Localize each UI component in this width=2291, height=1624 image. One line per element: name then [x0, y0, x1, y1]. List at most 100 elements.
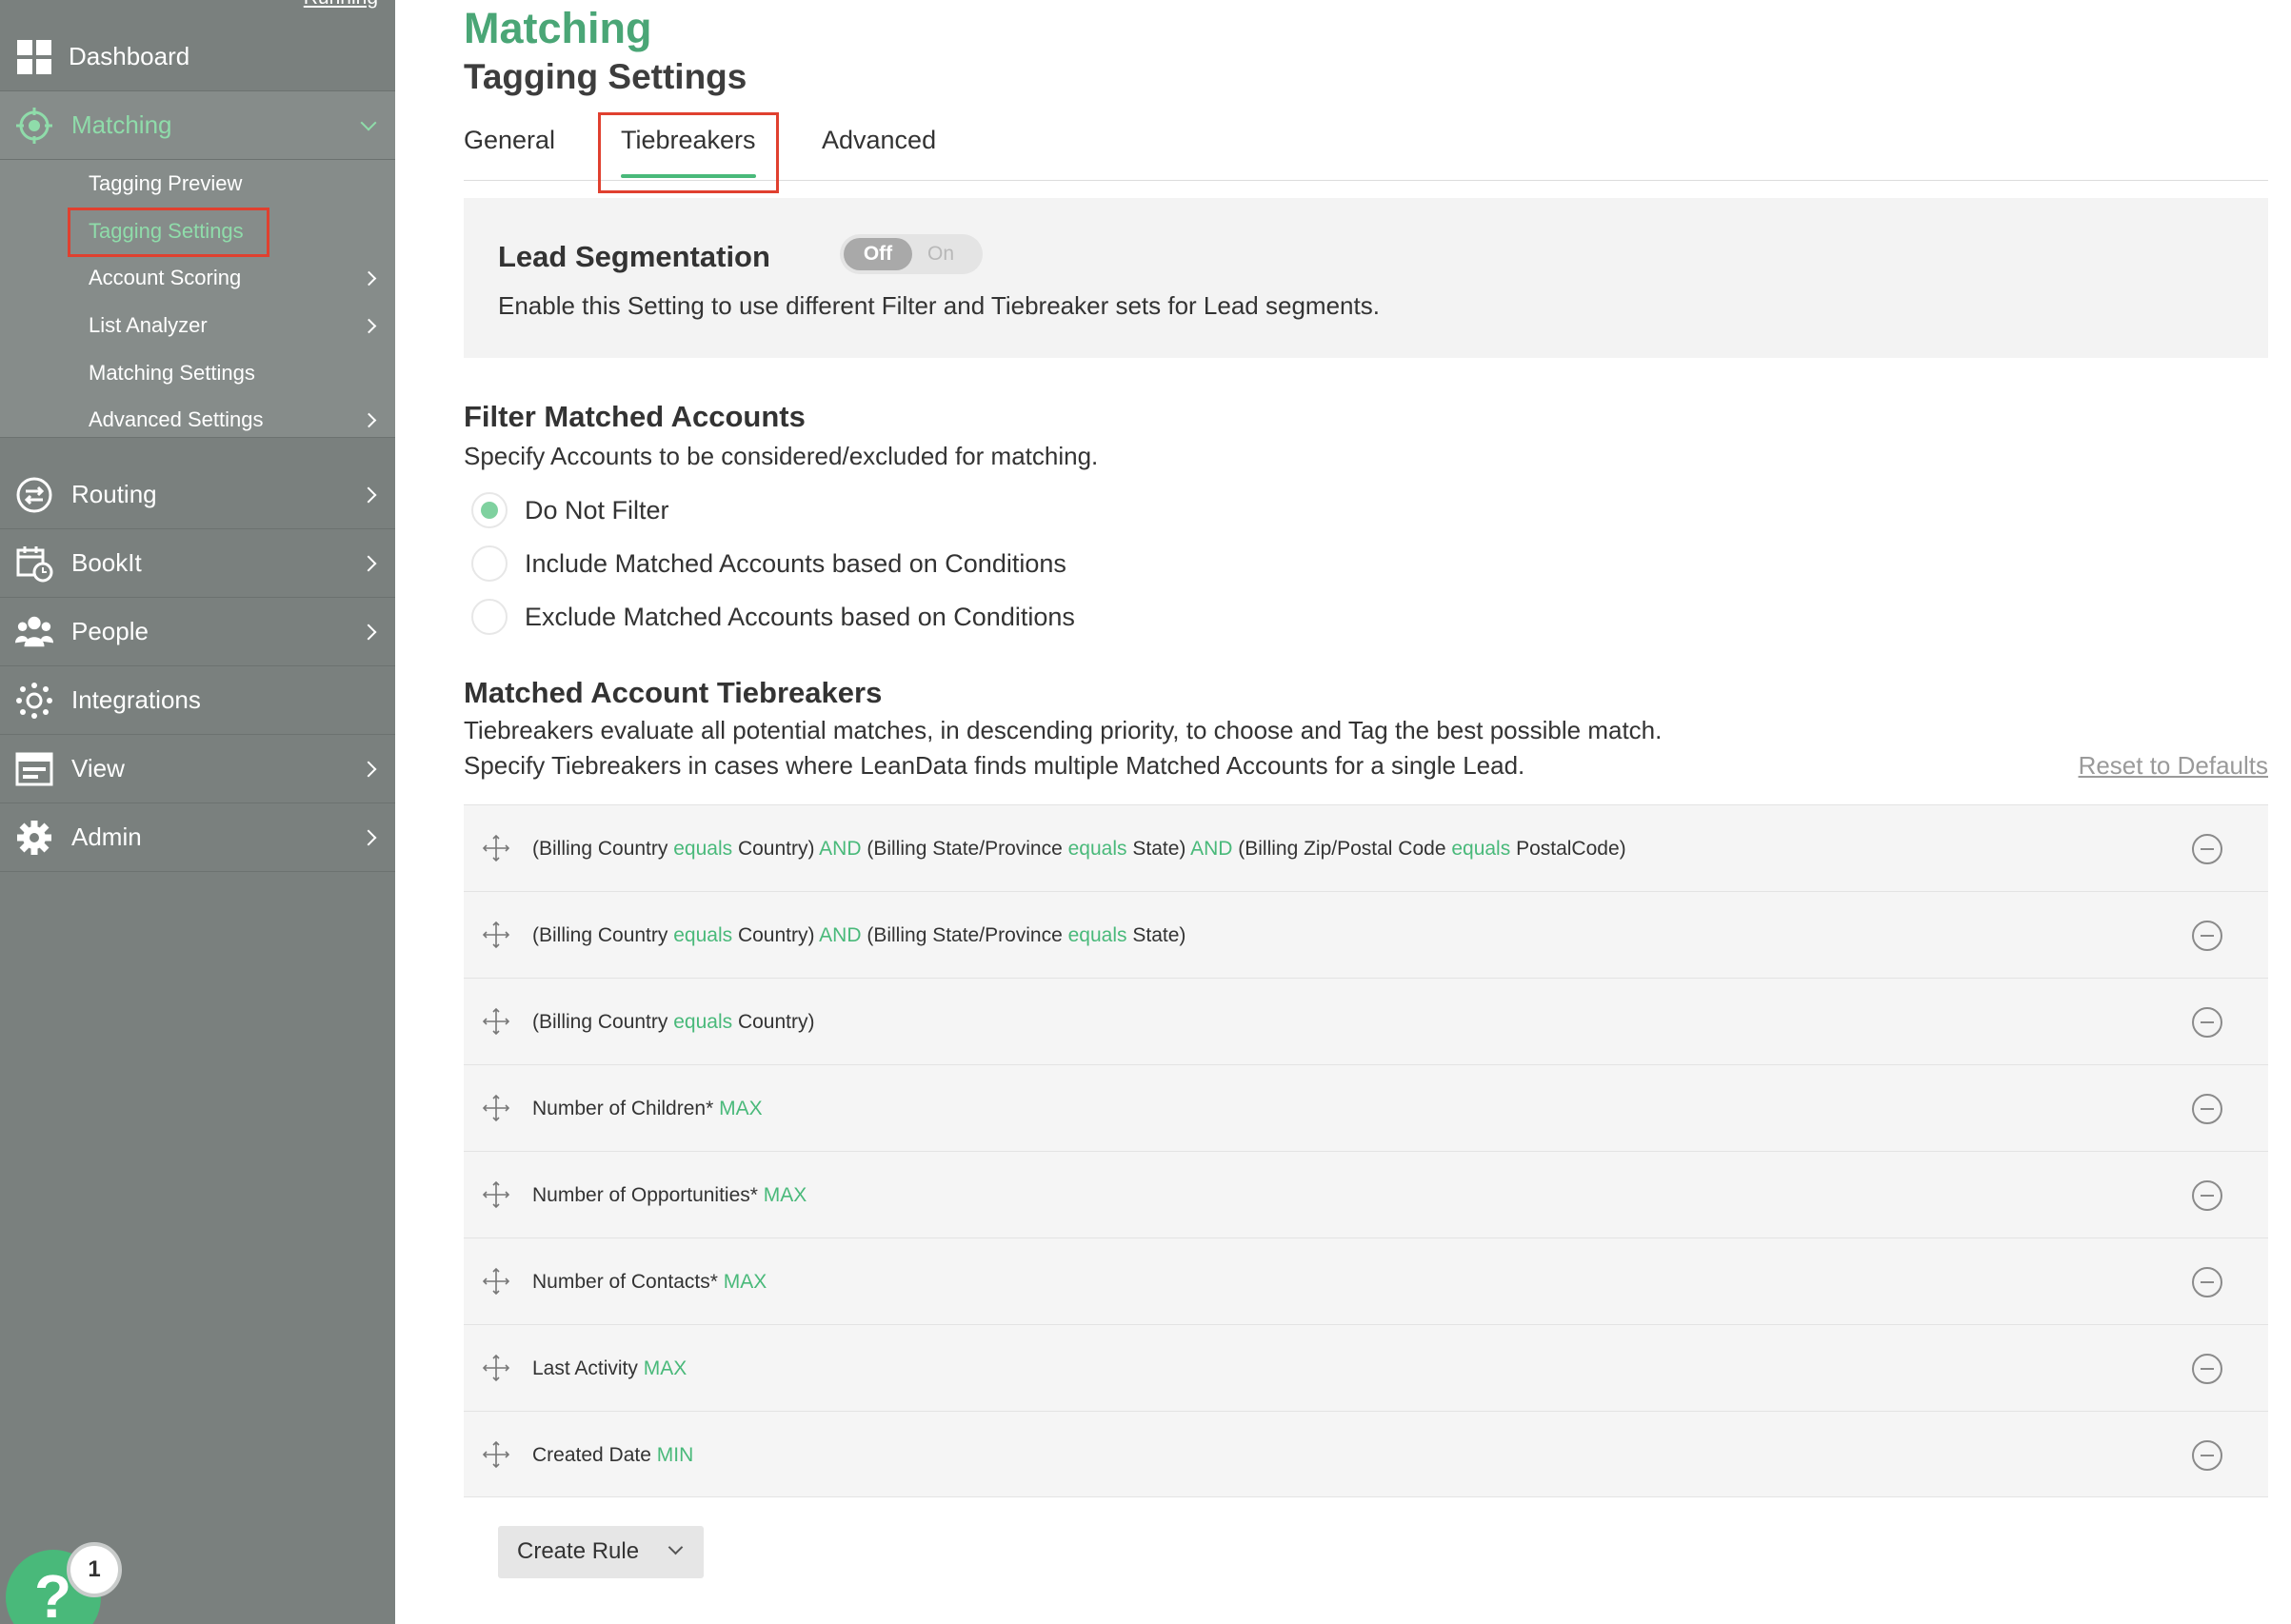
chevron-right-icon: [360, 624, 377, 640]
rule-text: Number of Children* MAX: [532, 1098, 763, 1119]
radio-label: Do Not Filter: [525, 495, 669, 525]
remove-rule-icon[interactable]: [2192, 1267, 2222, 1297]
chevron-down-icon: [667, 1539, 684, 1555]
sidebar-subitem-tagging-preview[interactable]: Tagging Preview: [89, 171, 242, 196]
sidebar-subitem-list-analyzer[interactable]: List Analyzer: [89, 313, 208, 338]
chevron-right-icon: [360, 555, 377, 571]
tiebreaker-rule-row: (Billing Country equals Country): [464, 978, 2268, 1064]
tab-general[interactable]: General: [464, 126, 555, 155]
create-rule-button[interactable]: Create Rule: [498, 1526, 704, 1578]
highlight-box: [598, 112, 779, 193]
lead-segmentation-title: Lead Segmentation: [498, 240, 770, 273]
dashboard-grid-icon: [15, 38, 53, 76]
toggle-on-label: On: [927, 243, 955, 265]
rule-text: Number of Contacts* MAX: [532, 1271, 767, 1293]
tiebreaker-rule-row: Number of Children* MAX: [464, 1064, 2268, 1151]
tiebreaker-rule-row: Number of Contacts* MAX: [464, 1238, 2268, 1324]
tiebreaker-rule-row: Last Activity MAX: [464, 1324, 2268, 1411]
drag-handle-icon[interactable]: [481, 1179, 511, 1210]
toggle-off-label: Off: [844, 238, 912, 270]
radio-exclude-matched[interactable]: Exclude Matched Accounts based on Condit…: [471, 598, 1075, 636]
matching-section: Matching: [0, 91, 395, 438]
lead-segmentation-toggle[interactable]: Off On: [840, 234, 983, 274]
remove-rule-icon[interactable]: [2192, 921, 2222, 951]
tiebreaker-rule-row: (Billing Country equals Country) AND (Bi…: [464, 891, 2268, 978]
sidebar-item-dashboard[interactable]: Dashboard: [0, 23, 395, 91]
sidebar-item-label: Dashboard: [69, 42, 190, 70]
page-subtitle: Tagging Settings: [464, 57, 747, 96]
sidebar-item-matching[interactable]: Matching: [0, 91, 395, 160]
sidebar-item-routing[interactable]: Routing: [0, 461, 395, 529]
reset-to-defaults-link[interactable]: Reset to Defaults: [2079, 751, 2268, 781]
sidebar-item-label: BookIt: [71, 548, 142, 577]
calendar-clock-icon: [15, 545, 53, 583]
radio-label: Exclude Matched Accounts based on Condit…: [525, 602, 1075, 631]
filter-section-description: Specify Accounts to be considered/exclud…: [464, 442, 1099, 470]
rule-text: Created Date MIN: [532, 1444, 694, 1466]
routing-arrows-icon: [15, 476, 53, 514]
lead-segmentation-description: Enable this Setting to use different Fil…: [498, 291, 1380, 320]
remove-rule-icon[interactable]: [2192, 1007, 2222, 1038]
remove-rule-icon[interactable]: [2192, 1354, 2222, 1384]
drag-handle-icon[interactable]: [481, 920, 511, 950]
chevron-right-icon: [360, 761, 377, 777]
sidebar-item-people[interactable]: People: [0, 598, 395, 666]
sidebar-item-label: Integrations: [71, 685, 201, 714]
drag-handle-icon[interactable]: [481, 833, 511, 863]
rule-text: (Billing Country equals Country) AND (Bi…: [532, 924, 1186, 946]
create-rule-label: Create Rule: [517, 1538, 640, 1564]
tiebreakers-section-title: Matched Account Tiebreakers: [464, 676, 883, 709]
tiebreaker-rule-row: Number of Opportunities* MAX: [464, 1151, 2268, 1238]
rule-text: (Billing Country equals Country): [532, 1011, 815, 1033]
remove-rule-icon[interactable]: [2192, 1180, 2222, 1211]
sidebar-subitem-matching-settings[interactable]: Matching Settings: [89, 361, 255, 386]
sidebar-item-label: Routing: [71, 480, 157, 508]
tiebreakers-description-1: Tiebreakers evaluate all potential match…: [464, 716, 1663, 744]
sidebar-item-integrations[interactable]: Integrations: [0, 666, 395, 735]
radio-do-not-filter[interactable]: Do Not Filter: [471, 491, 669, 529]
remove-rule-icon[interactable]: [2192, 834, 2222, 864]
people-icon: [15, 613, 53, 651]
target-icon: [15, 107, 53, 145]
filter-section-title: Filter Matched Accounts: [464, 400, 806, 433]
radio-button[interactable]: [471, 492, 508, 528]
sidebar: Running Dashboard Matching Tagging Previ…: [0, 0, 395, 1624]
sidebar-item-label: Matching: [71, 110, 172, 139]
sidebar-item-label: View: [71, 754, 125, 782]
highlight-box: [68, 208, 269, 257]
sidebar-item-view[interactable]: View: [0, 735, 395, 803]
gear-icon: [15, 819, 53, 857]
radio-button[interactable]: [471, 599, 508, 635]
rule-text: (Billing Country equals Country) AND (Bi…: [532, 838, 1626, 860]
sidebar-item-admin[interactable]: Admin: [0, 803, 395, 872]
tiebreaker-rule-row: Created Date MIN: [464, 1411, 2268, 1497]
notification-badge: 1: [67, 1542, 122, 1597]
sidebar-item-label: People: [71, 617, 149, 645]
sidebar-item-bookit[interactable]: BookIt: [0, 529, 395, 598]
rule-text: Last Activity MAX: [532, 1357, 687, 1379]
tiebreakers-description-2: Specify Tiebreakers in cases where LeanD…: [464, 751, 1525, 780]
radio-include-matched[interactable]: Include Matched Accounts based on Condit…: [471, 545, 1066, 583]
integrations-hub-icon: [15, 682, 53, 720]
drag-handle-icon[interactable]: [481, 1353, 511, 1383]
sidebar-item-label: Admin: [71, 822, 142, 851]
rule-text: Number of Opportunities* MAX: [532, 1184, 807, 1206]
drag-handle-icon[interactable]: [481, 1439, 511, 1470]
remove-rule-icon[interactable]: [2192, 1094, 2222, 1124]
radio-button[interactable]: [471, 545, 508, 582]
chevron-right-icon: [360, 486, 377, 503]
main-content: Matching Tagging Settings General Tiebre…: [395, 0, 2291, 1624]
running-link[interactable]: Running: [304, 0, 378, 10]
sidebar-subitem-advanced-settings[interactable]: Advanced Settings: [89, 407, 263, 432]
sidebar-subitem-account-scoring[interactable]: Account Scoring: [89, 266, 241, 290]
drag-handle-icon[interactable]: [481, 1266, 511, 1297]
tab-advanced[interactable]: Advanced: [822, 126, 936, 155]
radio-label: Include Matched Accounts based on Condit…: [525, 548, 1066, 578]
remove-rule-icon[interactable]: [2192, 1440, 2222, 1471]
tiebreaker-rule-list: (Billing Country equals Country) AND (Bi…: [464, 804, 2268, 1497]
lead-segmentation-panel: Lead Segmentation Off On Enable this Set…: [464, 198, 2268, 358]
drag-handle-icon[interactable]: [481, 1006, 511, 1037]
chevron-right-icon: [360, 829, 377, 845]
drag-handle-icon[interactable]: [481, 1093, 511, 1123]
window-view-icon: [15, 750, 53, 788]
